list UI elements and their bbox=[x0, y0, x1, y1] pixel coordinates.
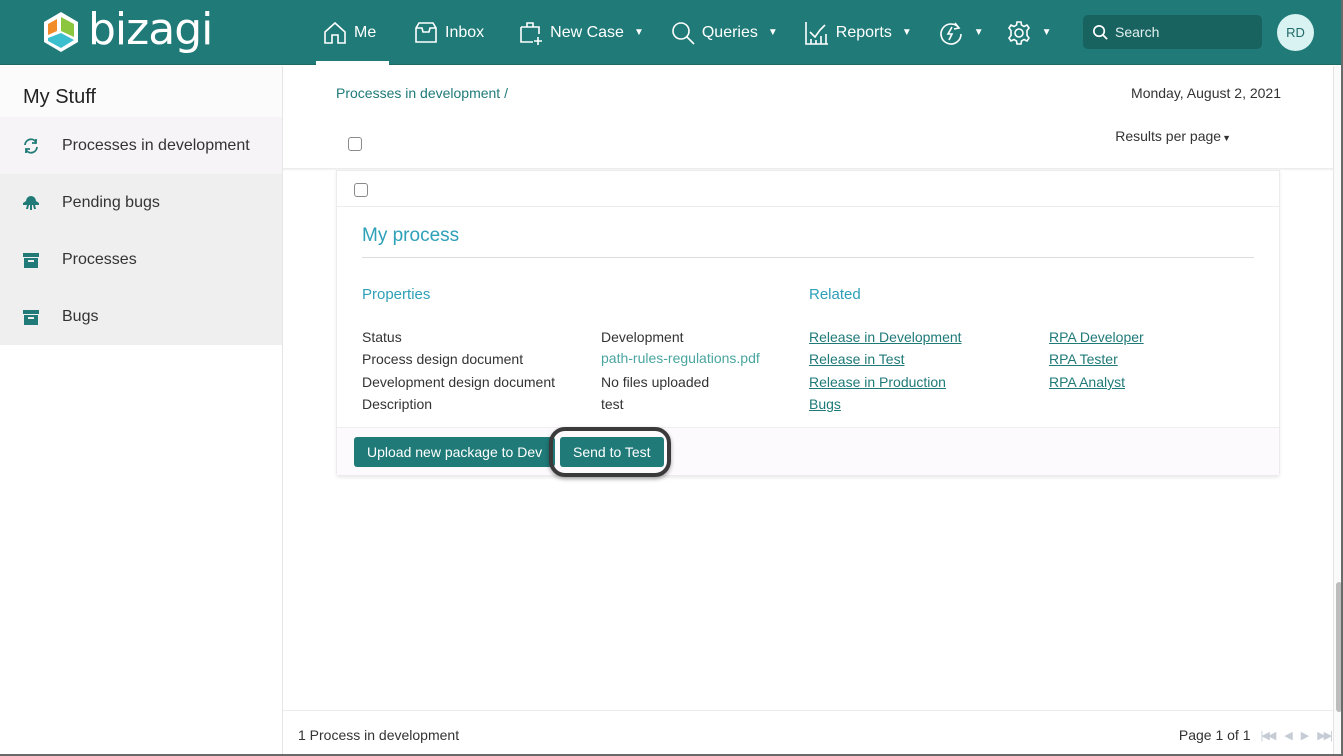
first-page-icon[interactable]: |◀◀ bbox=[1261, 729, 1277, 742]
chevron-down-icon: ▼ bbox=[901, 27, 912, 38]
sidebar-item-label: Pending bugs bbox=[62, 193, 160, 211]
chevron-down-icon: ▼ bbox=[633, 27, 644, 38]
brand-name: bizagi bbox=[88, 4, 213, 55]
refresh-icon bbox=[24, 137, 38, 154]
nav-new-case[interactable]: New Case ▼ bbox=[512, 0, 650, 65]
prop-value-description: test bbox=[601, 396, 624, 412]
pagination: Page 1 of 1 |◀◀ ◀ ▶ ▶▶| bbox=[1178, 727, 1333, 743]
results-per-page-dropdown[interactable]: Results per page▼ bbox=[1115, 128, 1231, 144]
inbox-icon bbox=[415, 21, 437, 43]
select-all-checkbox[interactable] bbox=[348, 137, 362, 151]
nav-settings[interactable]: ▼ bbox=[1000, 0, 1058, 65]
sidebar-item-bugs[interactable]: Bugs bbox=[0, 288, 282, 345]
nav-queries-label: Queries bbox=[701, 23, 758, 41]
nav-queries[interactable]: Queries ▼ bbox=[664, 0, 784, 65]
sidebar-item-pending-bugs[interactable]: Pending bugs bbox=[0, 174, 282, 231]
prop-label-description: Description bbox=[362, 396, 433, 412]
global-search[interactable] bbox=[1083, 15, 1262, 49]
chart-icon bbox=[804, 21, 828, 45]
prop-label-dev-design-doc: Development design document bbox=[362, 374, 556, 390]
search-icon bbox=[1093, 24, 1108, 40]
prop-label-process-design-doc: Process design document bbox=[362, 351, 524, 367]
chevron-down-icon: ▼ bbox=[973, 27, 984, 38]
automation-icon bbox=[939, 22, 962, 45]
archive-icon bbox=[23, 252, 39, 268]
prop-value-dev-design-doc: No files uploaded bbox=[601, 374, 710, 390]
card-actions: Upload new package to Dev Send to Test bbox=[337, 427, 1279, 477]
bizagi-logo[interactable]: bizagi bbox=[42, 4, 213, 58]
chevron-down-icon: ▼ bbox=[1222, 133, 1231, 143]
sidebar-title: My Stuff bbox=[0, 66, 282, 117]
row-checkbox[interactable] bbox=[354, 183, 368, 197]
title-divider bbox=[362, 257, 1254, 258]
process-design-doc-link[interactable]: path-rules-regulations.pdf bbox=[601, 350, 760, 366]
search-input[interactable] bbox=[1115, 24, 1255, 40]
results-per-page-label: Results per page bbox=[1115, 128, 1222, 144]
page-indicator: Page 1 of 1 bbox=[1178, 727, 1251, 743]
home-icon bbox=[324, 21, 346, 44]
nav-inbox[interactable]: Inbox bbox=[407, 0, 490, 65]
properties-heading: Properties bbox=[362, 286, 431, 303]
related-link-rpa-tester[interactable]: RPA Tester bbox=[1049, 351, 1118, 367]
chevron-down-icon: ▼ bbox=[1041, 27, 1052, 38]
main-content: Processes in development / Monday, Augus… bbox=[283, 66, 1333, 756]
sidebar-item-processes-in-development[interactable]: Processes in development bbox=[0, 117, 282, 174]
prop-label-status: Status bbox=[362, 329, 402, 345]
bizagi-logo-icon bbox=[44, 12, 78, 52]
related-link-bugs[interactable]: Bugs bbox=[809, 396, 841, 412]
sidebar-item-label: Processes bbox=[62, 250, 137, 268]
nav-automation[interactable]: ▼ bbox=[932, 0, 990, 65]
list-footer: 1 Process in development Page 1 of 1 |◀◀… bbox=[283, 710, 1333, 756]
prop-value-status: Development bbox=[601, 329, 684, 345]
sidebar-item-label: Processes in development bbox=[62, 136, 250, 154]
nav-me[interactable]: Me bbox=[316, 0, 389, 65]
next-page-icon[interactable]: ▶ bbox=[1301, 729, 1310, 742]
related-link-rpa-developer[interactable]: RPA Developer bbox=[1049, 329, 1144, 345]
search-icon bbox=[672, 21, 695, 45]
related-link-release-in-development[interactable]: Release in Development bbox=[809, 329, 962, 345]
sidebar-item-label: Bugs bbox=[62, 307, 99, 325]
nav-new-case-label: New Case bbox=[550, 23, 624, 41]
breadcrumb[interactable]: Processes in development / bbox=[336, 85, 508, 101]
archive-icon bbox=[23, 309, 39, 325]
nav-reports[interactable]: Reports ▼ bbox=[798, 0, 918, 65]
gear-icon bbox=[1007, 20, 1030, 45]
related-link-rpa-analyst[interactable]: RPA Analyst bbox=[1049, 374, 1125, 390]
main-nav: Me Inbox New Case ▼ Queries ▼ Reports ▼ … bbox=[316, 0, 1058, 65]
nav-me-label: Me bbox=[354, 23, 377, 41]
process-card: My process Properties Related Status Dev… bbox=[336, 170, 1280, 477]
related-link-release-in-test[interactable]: Release in Test bbox=[809, 351, 904, 367]
sidebar: My Stuff Processes in development Pendin… bbox=[0, 66, 282, 756]
upload-package-to-dev-button[interactable]: Upload new package to Dev bbox=[354, 437, 556, 467]
top-navigation-bar: bizagi Me Inbox New Case ▼ Queries ▼ Rep… bbox=[0, 0, 1343, 65]
card-header bbox=[337, 171, 1279, 207]
current-date: Monday, August 2, 2021 bbox=[1131, 85, 1281, 101]
prev-page-icon[interactable]: ◀ bbox=[1284, 729, 1293, 742]
nav-reports-label: Reports bbox=[835, 23, 892, 41]
new-case-icon bbox=[520, 21, 543, 45]
nav-inbox-label: Inbox bbox=[445, 23, 485, 41]
user-avatar[interactable]: RD bbox=[1277, 14, 1314, 51]
card-title[interactable]: My process bbox=[362, 225, 459, 247]
bug-icon bbox=[23, 195, 39, 210]
send-to-test-button[interactable]: Send to Test bbox=[560, 437, 664, 467]
sidebar-item-processes[interactable]: Processes bbox=[0, 231, 282, 288]
results-count: 1 Process in development bbox=[298, 727, 460, 743]
chevron-down-icon: ▼ bbox=[767, 27, 778, 38]
last-page-icon[interactable]: ▶▶| bbox=[1317, 729, 1333, 742]
related-heading: Related bbox=[809, 286, 861, 303]
related-link-release-in-production[interactable]: Release in Production bbox=[809, 374, 946, 390]
